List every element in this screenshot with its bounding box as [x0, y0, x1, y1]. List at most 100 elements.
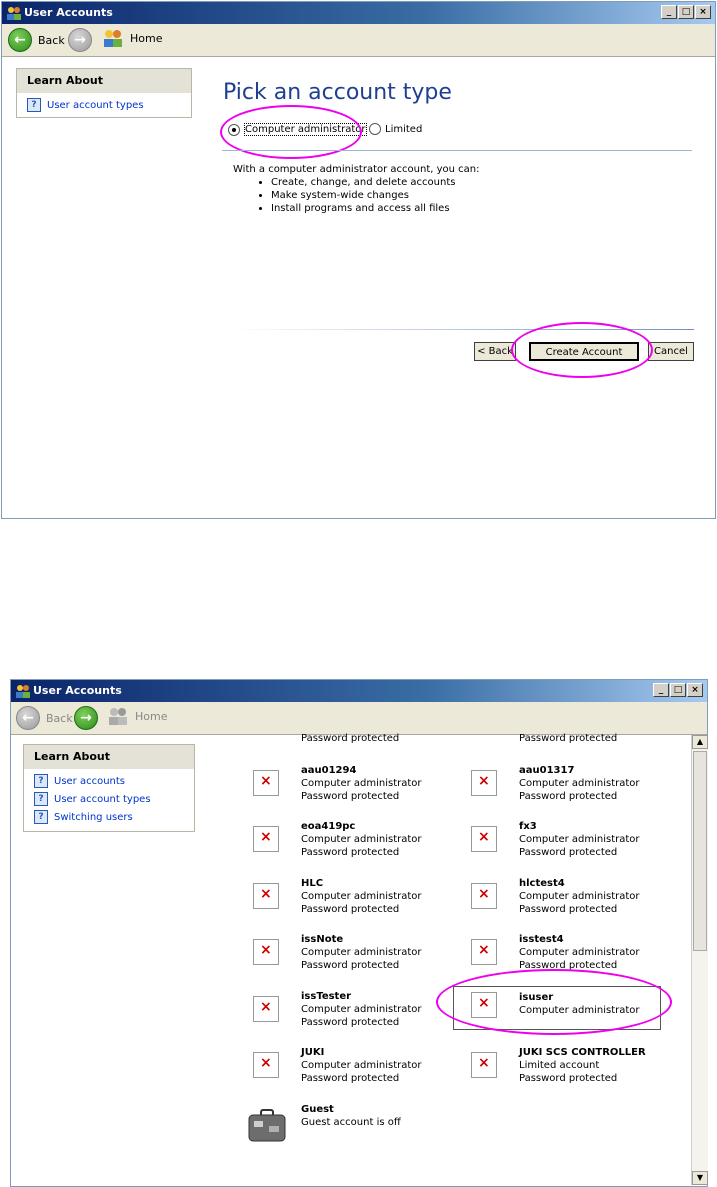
learn-link-label: User accounts [54, 775, 126, 787]
account-tile-guest[interactable]: Guest Guest account is off [248, 1104, 453, 1152]
learn-link-user-account-types[interactable]: ? User account types [17, 93, 191, 114]
account-type: Computer administrator [301, 778, 422, 789]
learn-about-panel: Learn About ? User account types [16, 68, 192, 118]
toolbar: ← Back → Home [2, 24, 715, 57]
account-tile-issnote[interactable]: issNote Computer administrator Password … [253, 934, 453, 982]
suitcase-icon [248, 1109, 286, 1142]
intro-text: With a computer administrator account, y… [233, 164, 480, 175]
close-button[interactable]: × [687, 683, 703, 697]
window-title: User Accounts [24, 6, 113, 19]
learn-link-user-account-types[interactable]: ? User account types [24, 790, 194, 808]
scroll-up-button[interactable]: ▲ [692, 735, 708, 749]
home-button[interactable]: Home [107, 706, 167, 726]
account-tile-aau01317[interactable]: aau01317 Computer administrator Password… [471, 765, 671, 813]
radio-admin-label: Computer administrator [244, 123, 367, 136]
account-picture-icon [253, 826, 279, 852]
close-button[interactable]: × [695, 5, 711, 19]
account-picture-icon [253, 939, 279, 965]
list-item: Install programs and access all files [271, 202, 455, 215]
account-status: Password protected [301, 1073, 400, 1084]
back-arrow-icon: ← [16, 706, 40, 730]
account-name: aau01317 [519, 765, 575, 776]
back-button[interactable]: ← Back [16, 706, 73, 730]
account-tile-hlctest4[interactable]: hlctest4 Computer administrator Password… [471, 878, 671, 926]
forward-button[interactable]: → [74, 706, 98, 730]
account-name: isstest4 [519, 934, 564, 945]
account-picture-icon [471, 770, 497, 796]
account-tile-isuser[interactable]: isuser Computer administrator [453, 986, 661, 1030]
users-icon [7, 7, 21, 20]
learn-link-switching-users[interactable]: ? Switching users [24, 808, 194, 826]
account-tile-isstester[interactable]: issTester Computer administrator Passwor… [253, 991, 453, 1039]
learn-link-label: User account types [47, 99, 144, 111]
scroll-down-button[interactable]: ▼ [692, 1171, 708, 1185]
home-users-icon [104, 30, 122, 47]
back-button[interactable]: ← Back [8, 28, 65, 52]
learn-link-label: User account types [54, 793, 151, 805]
account-picture-icon [253, 1052, 279, 1078]
account-tile-juki-scs-controller[interactable]: JUKI SCS CONTROLLER Limited account Pass… [471, 1047, 671, 1095]
account-status: Password protected [519, 904, 618, 915]
capability-list: Create, change, and delete accounts Make… [257, 176, 455, 215]
create-account-button[interactable]: Create Account [529, 342, 639, 361]
minimize-button[interactable]: _ [653, 683, 669, 697]
account-name: JUKI [301, 1047, 325, 1058]
account-tile-fx3[interactable]: fx3 Computer administrator Password prot… [471, 821, 671, 869]
account-tile-juki[interactable]: JUKI Computer administrator Password pro… [253, 1047, 453, 1095]
account-status: Password protected [519, 960, 618, 971]
account-name: isuser [519, 992, 554, 1003]
account-status: Password protected [301, 791, 400, 802]
account-status: Password protected [519, 791, 618, 802]
home-label: Home [130, 31, 163, 45]
minimize-button[interactable]: _ [661, 5, 677, 19]
account-name: issTester [301, 991, 352, 1002]
home-button[interactable]: Home [102, 28, 162, 48]
account-tile-hlc[interactable]: HLC Computer administrator Password prot… [253, 878, 453, 926]
learn-link-user-accounts[interactable]: ? User accounts [24, 769, 194, 790]
maximize-button[interactable]: □ [678, 5, 694, 19]
forward-button[interactable]: → [68, 28, 92, 52]
account-name: issNote [301, 934, 344, 945]
account-type: Computer administrator [519, 947, 640, 958]
window-title: User Accounts [33, 684, 122, 697]
radio-limited[interactable]: Limited [369, 123, 422, 135]
title-bar[interactable]: User Accounts _ □ × [11, 680, 707, 702]
home-label: Home [135, 709, 168, 723]
help-icon: ? [34, 774, 48, 788]
learn-about-heading: Learn About [24, 745, 194, 769]
account-status: Password protected [519, 1073, 618, 1084]
account-tile-aau01294[interactable]: aau01294 Computer administrator Password… [253, 765, 453, 813]
account-tile-isstest4[interactable]: isstest4 Computer administrator Password… [471, 934, 671, 982]
account-name: fx3 [519, 821, 537, 832]
forward-arrow-icon: → [68, 28, 92, 52]
account-name: JUKI SCS CONTROLLER [519, 1047, 646, 1058]
maximize-button[interactable]: □ [670, 683, 686, 697]
help-icon: ? [34, 810, 48, 824]
list-item: Make system-wide changes [271, 189, 455, 202]
vertical-scrollbar[interactable]: ▲ ▼ [691, 735, 708, 1185]
button-divider [232, 329, 694, 330]
account-name: eoa419pc [301, 821, 356, 832]
partial-account-status: Password protected [519, 733, 618, 744]
help-icon: ? [34, 792, 48, 806]
radio-selected-icon [228, 123, 240, 136]
account-status: Password protected [301, 904, 400, 915]
title-bar[interactable]: User Accounts _ □ × [2, 2, 715, 24]
radio-computer-administrator[interactable]: Computer administrator [228, 123, 367, 136]
account-type: Computer administrator [301, 947, 422, 958]
learn-about-panel: Learn About ? User accounts ? User accou… [23, 744, 195, 832]
scroll-thumb[interactable] [693, 751, 707, 951]
back-arrow-icon: ← [8, 28, 32, 52]
radio-limited-label: Limited [385, 123, 423, 135]
user-accounts-window-2: User Accounts _ □ × ← Back → Home Learn … [10, 679, 708, 1187]
back-step-button[interactable]: < Back [474, 342, 516, 361]
account-picture-icon [471, 992, 497, 1018]
forward-arrow-icon: → [74, 706, 98, 730]
account-name: Guest [301, 1104, 334, 1115]
help-icon: ? [27, 98, 41, 112]
user-accounts-window-1: User Accounts _ □ × ← Back → Home Learn … [1, 1, 716, 519]
cancel-button[interactable]: Cancel [648, 342, 694, 361]
partial-account-status: Password protected [301, 733, 400, 744]
account-tile-eoa419pc[interactable]: eoa419pc Computer administrator Password… [253, 821, 453, 869]
account-picture-icon [471, 939, 497, 965]
